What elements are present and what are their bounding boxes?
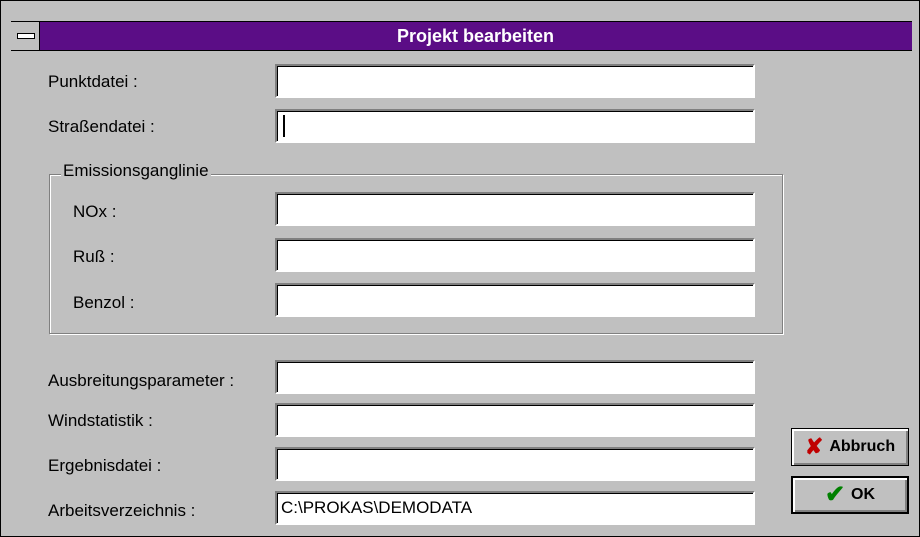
title-bar[interactable]: Projekt bearbeiten: [11, 21, 912, 51]
russ-input[interactable]: [275, 238, 755, 272]
window-title: Projekt bearbeiten: [396, 26, 555, 46]
nox-label: NOx :: [73, 202, 117, 221]
arbeitsverzeichnis-label: Arbeitsverzeichnis :: [48, 501, 196, 520]
ausbreitungsparameter-label: Ausbreitungsparameter :: [48, 371, 235, 390]
emissionsganglinie-group-label: Emissionsganglinie: [61, 161, 211, 181]
benzol-input[interactable]: [275, 283, 755, 317]
strassendatei-input[interactable]: [275, 109, 755, 143]
windstatistik-label: Windstatistik :: [48, 411, 153, 430]
benzol-label: Benzol :: [73, 293, 135, 312]
system-menu-icon: [17, 33, 35, 39]
russ-label: Ruß :: [73, 247, 115, 266]
ausbreitungsparameter-input[interactable]: [275, 360, 755, 394]
ergebnisdatei-input[interactable]: [275, 447, 755, 481]
green-check-icon: ✔: [824, 481, 846, 508]
ok-button-label: OK: [851, 486, 876, 503]
red-x-icon: ✘: [804, 434, 824, 459]
ok-button[interactable]: ✔ OK: [791, 476, 909, 514]
punktdatei-label: Punktdatei :: [48, 72, 138, 91]
ergebnisdatei-label: Ergebnisdatei :: [48, 456, 162, 475]
punktdatei-input[interactable]: [275, 64, 755, 98]
nox-input[interactable]: [275, 192, 755, 226]
system-menu-button[interactable]: [11, 22, 40, 50]
strassendatei-label: Straßendatei :: [48, 117, 155, 136]
windstatistik-input[interactable]: [275, 403, 755, 437]
cancel-button[interactable]: ✘ Abbruch: [791, 428, 909, 466]
arbeitsverzeichnis-input[interactable]: [275, 491, 755, 525]
dialog-window: Projekt bearbeiten Punktdatei : Straßend…: [0, 0, 920, 537]
text-cursor: [283, 115, 285, 137]
cancel-button-label: Abbruch: [829, 438, 896, 455]
